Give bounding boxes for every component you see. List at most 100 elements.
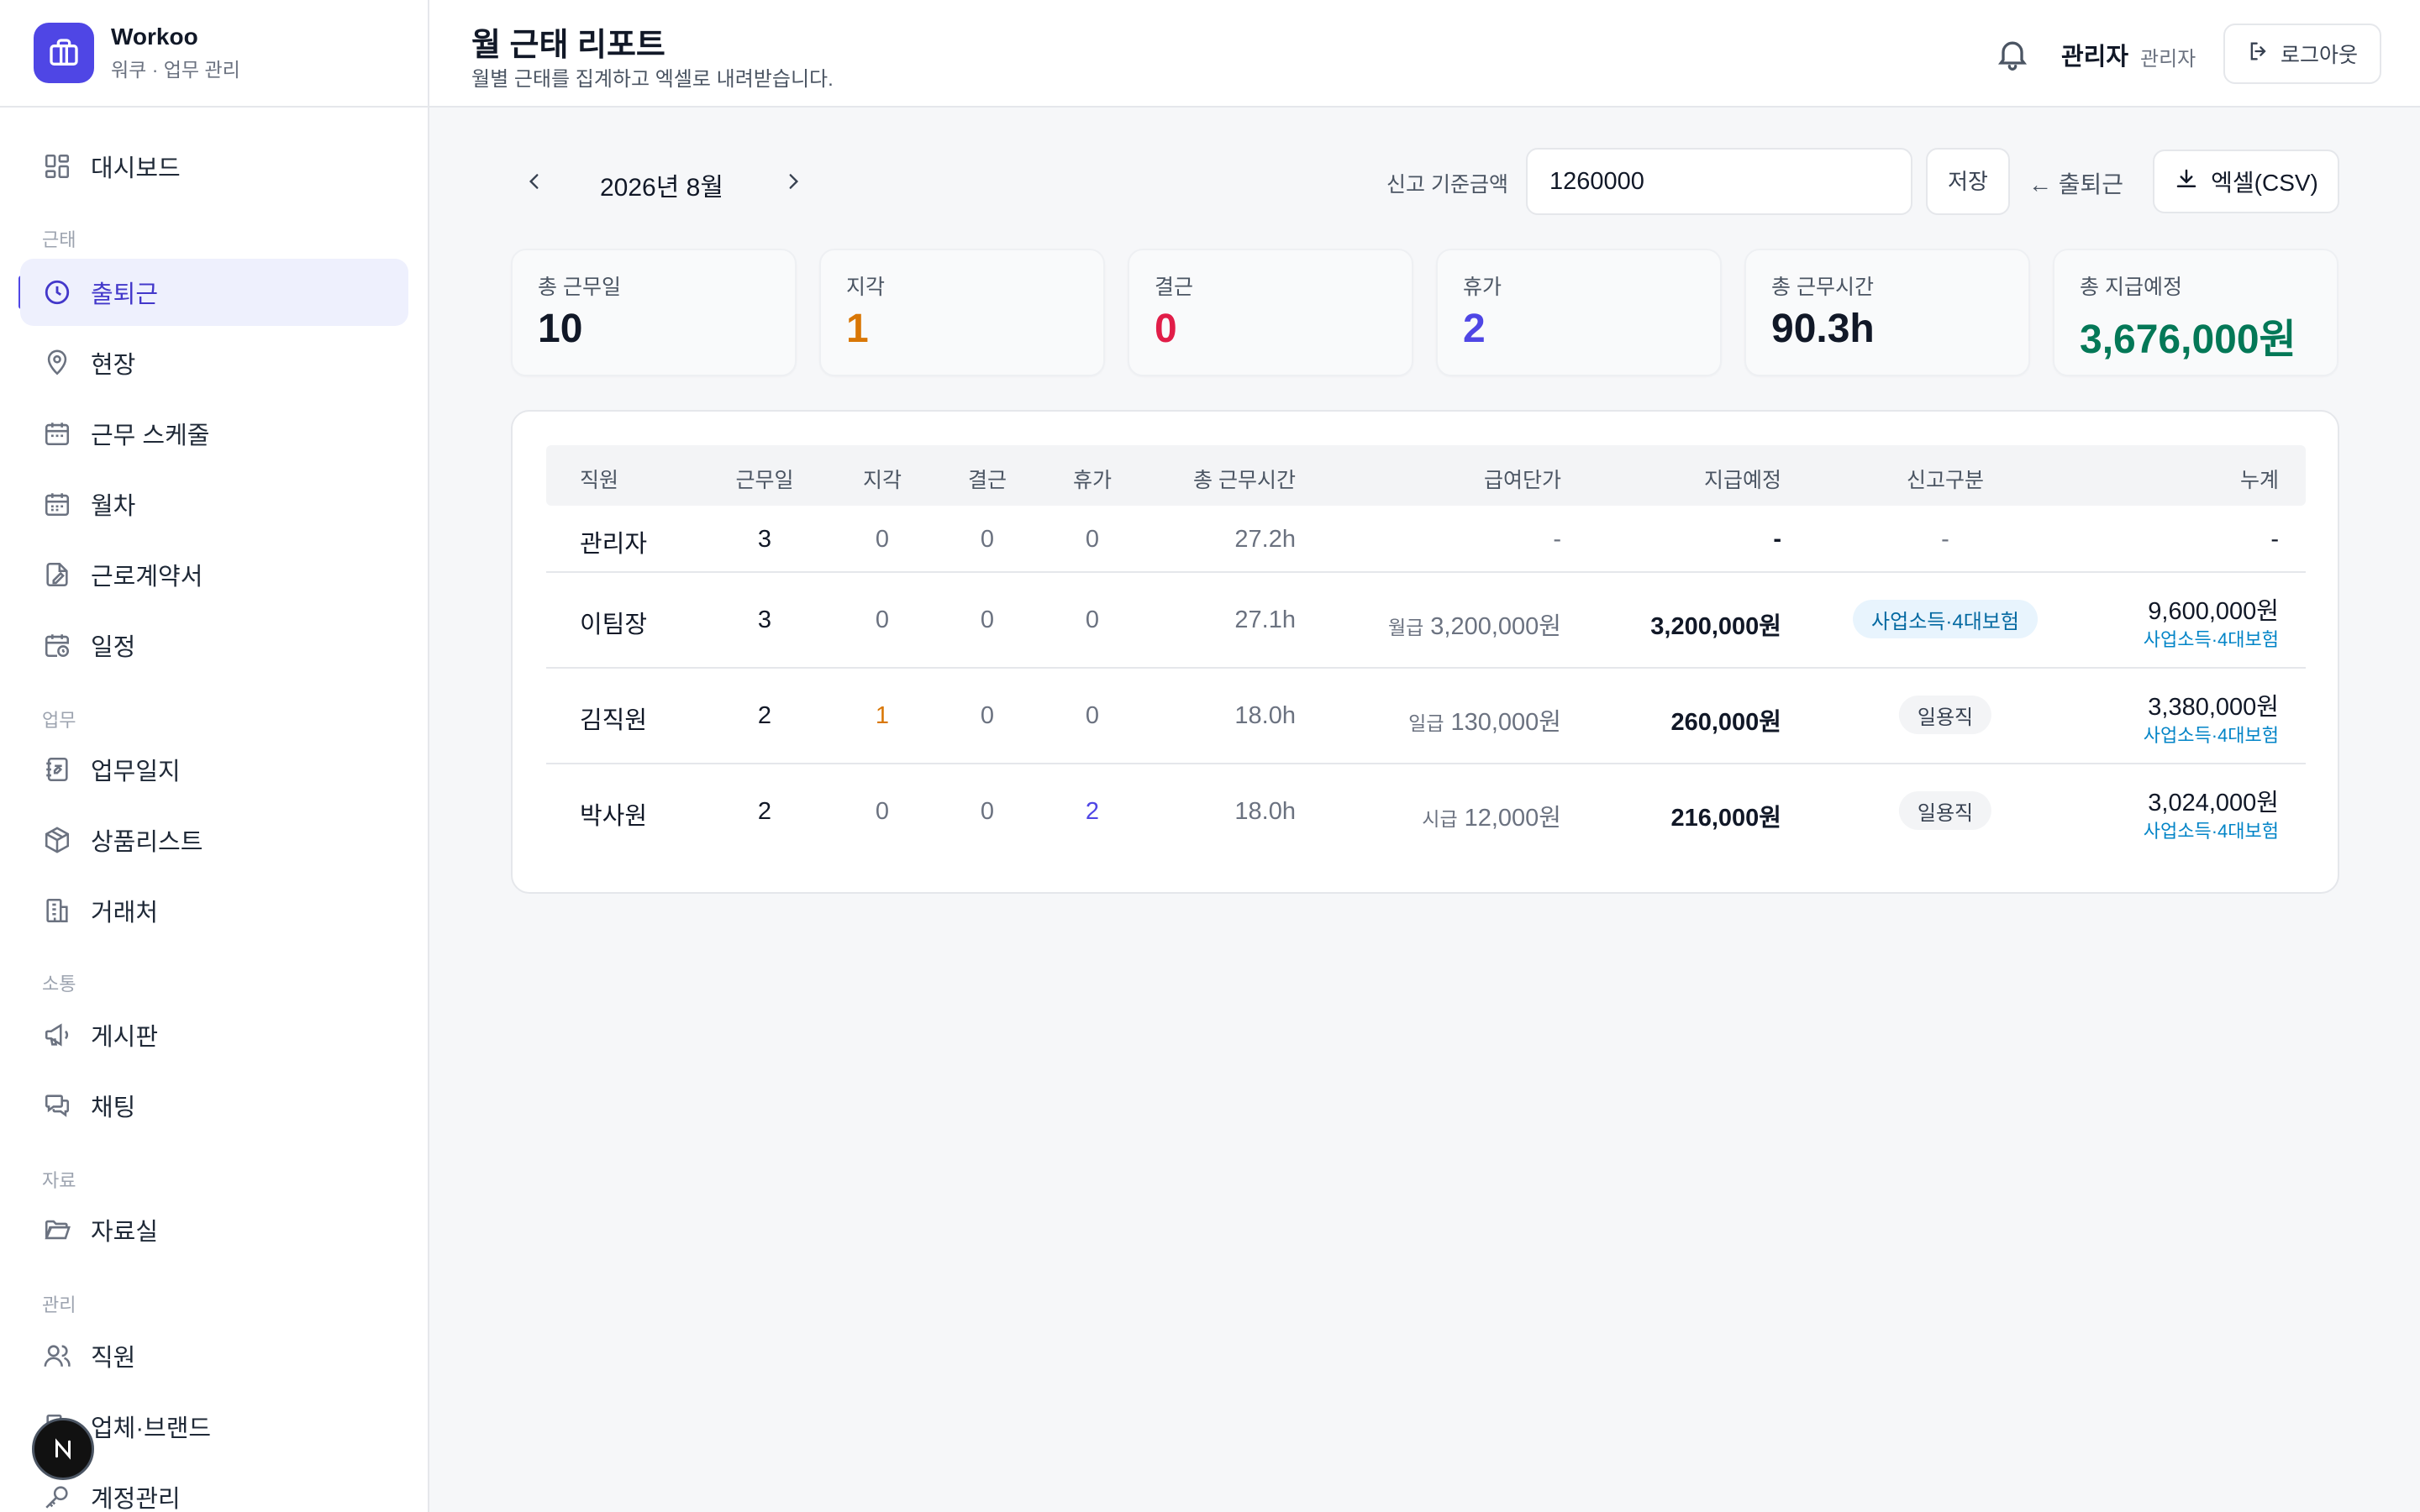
sidebar-item-products[interactable]: 상품리스트 [20,806,408,874]
sidebar-item-library[interactable]: 자료실 [20,1196,408,1263]
report-type-badge: 일용직 [1898,791,1992,830]
sidebar-item-leave[interactable]: 월차 [20,470,408,538]
sidebar-item-clients[interactable]: 거래처 [20,877,408,944]
users-icon [40,1339,74,1373]
cell-late: 1 [875,702,890,729]
table-row[interactable]: 박사원 2 0 0 2 18.0h 시급 12,000원 216,000원 일용직… [546,764,2306,860]
cell-absent: 0 [980,526,995,553]
sidebar-item-label: 상품리스트 [91,829,203,856]
current-month: 2026년 8월 [600,174,723,202]
user-name: 관리자 [2061,44,2129,71]
stat-value: 0 [1155,307,1177,351]
cell-leave: 0 [1085,702,1100,729]
calendar-clock-icon [40,628,74,662]
cell-unit: 일급 130,000원 [1408,702,1561,738]
attendance-report-table: 직원 근무일 지각 결근 휴가 총 근무시간 급여단가 지급예정 신고구분 누계… [511,410,2339,894]
cell-leave: 0 [1085,526,1100,553]
cell-pay: 3,200,000원 [1650,613,1781,640]
stat-label: 총 근무일 [538,276,621,299]
table-row[interactable]: 김직원 2 1 0 0 18.0h 일급 130,000원 260,000원 일용… [546,669,2306,764]
sidebar-item-calendar[interactable]: 일정 [20,612,408,679]
sidebar-item-contract[interactable]: 근로계약서 [20,541,408,608]
table-row[interactable]: 관리자 3 0 0 0 27.2h - - - - [546,506,2306,573]
stat-value: 3,676,000원 [2080,318,2296,362]
cell-name: 이팀장 [580,612,648,638]
sidebar-item-label: 일정 [91,634,136,661]
cell-leave: 0 [1085,606,1100,633]
page-header: 월 근태 리포트 월별 근태를 집계하고 엑셀로 내려받습니다. 관리자 관리자… [429,0,2420,108]
sidebar-item-label: 출퇴근 [91,281,159,308]
stat-hours: 총 근무시간 90.3h [1744,249,2030,376]
cell-hours: 18.0h [1234,702,1296,729]
stat-work-days: 총 근무일 10 [511,249,797,376]
cell-unit: 시급 12,000원 [1422,798,1561,833]
sidebar-item-staff[interactable]: 직원 [20,1322,408,1389]
sidebar-item-label: 근로계약서 [91,564,203,591]
pay-kind: 월급 [1387,617,1424,638]
building-icon [40,894,74,927]
export-csv-button[interactable]: 엑셀(CSV) [2153,150,2339,213]
sidebar-item-label: 현장 [91,352,136,379]
dashboard-icon [40,150,74,183]
bell-icon[interactable] [1994,35,2031,72]
sidebar-item-label: 업무일지 [91,759,181,785]
sidebar-item-label: 월차 [91,493,136,520]
total-type-link[interactable]: 사업소득·4대보험 [2144,625,2279,652]
stat-value: 10 [538,307,583,351]
stat-value: 90.3h [1771,307,1875,351]
stat-label: 총 근무시간 [1771,276,1874,299]
total-type-link[interactable]: 사업소득·4대보험 [2144,816,2279,843]
basis-amount-label: 신고 기준금액 [1386,173,1508,197]
stat-label: 지각 [846,276,886,299]
cell-total: 3,024,000원 [2148,790,2279,816]
calendar-icon [40,487,74,521]
unit-amount: 3,200,000원 [1430,613,1561,640]
cell-days: 3 [757,606,772,633]
sidebar-item-attendance[interactable]: 출퇴근 [20,259,408,326]
cell-name: 김직원 [580,707,648,734]
cell-name: 관리자 [580,531,648,558]
calendar-icon [40,417,74,450]
sidebar-item-worklog[interactable]: 업무일지 [20,736,408,803]
basis-amount-input[interactable] [1526,148,1912,215]
sidebar-item-site[interactable]: 현장 [20,329,408,396]
sidebar-item-board[interactable]: 게시판 [20,1001,408,1068]
logout-label: 로그아웃 [2280,44,2358,67]
unit-amount: 130,000원 [1450,709,1561,736]
sidebar-item-chat[interactable]: 채팅 [20,1072,408,1139]
cell-name: 박사원 [580,803,648,830]
folder-icon [40,1213,74,1247]
dev-tools-button[interactable] [32,1418,94,1480]
cell-pay: - [1773,526,1781,553]
back-to-attendance-link[interactable]: ← 출퇴근 [2028,166,2123,200]
sidebar-item-schedule[interactable]: 근무 스케줄 [20,400,408,467]
table-header: 직원 근무일 지각 결근 휴가 총 근무시간 급여단가 지급예정 신고구분 누계 [546,445,2306,506]
stat-value: 2 [1463,307,1486,351]
page-title: 월 근태 리포트 [471,28,666,63]
n-logo-icon [55,1438,71,1460]
clock-icon [40,276,74,309]
megaphone-icon [40,1018,74,1052]
prev-month-button[interactable] [513,160,556,203]
cell-unit: 월급 3,200,000원 [1388,606,1561,642]
sidebar-item-label: 직원 [91,1345,136,1372]
logout-button[interactable]: 로그아웃 [2223,24,2381,84]
col-absent: 결근 [967,469,1007,492]
next-month-button[interactable] [771,160,815,203]
download-icon [2174,166,2199,197]
cell-total: 3,380,000원 [2148,694,2279,721]
logout-icon [2247,39,2270,69]
stat-absent: 결근 0 [1128,249,1413,376]
cell-days: 3 [757,526,772,553]
table-row[interactable]: 이팀장 3 0 0 0 27.1h 월급 3,200,000원 3,200,000… [546,573,2306,669]
sidebar-item-label: 근무 스케줄 [91,423,210,449]
cell-hours: 27.1h [1234,606,1296,633]
save-button[interactable]: 저장 [1926,148,2010,215]
stat-value: 1 [846,307,869,351]
cell-days: 2 [757,702,772,729]
export-csv-label: 엑셀(CSV) [2211,170,2318,196]
total-type-link[interactable]: 사업소득·4대보험 [2144,721,2279,748]
cell-late: 0 [875,798,890,825]
sidebar-item-dashboard[interactable]: 대시보드 [20,133,408,200]
brand[interactable]: Workoo 워쿠 · 업무 관리 [0,0,428,108]
